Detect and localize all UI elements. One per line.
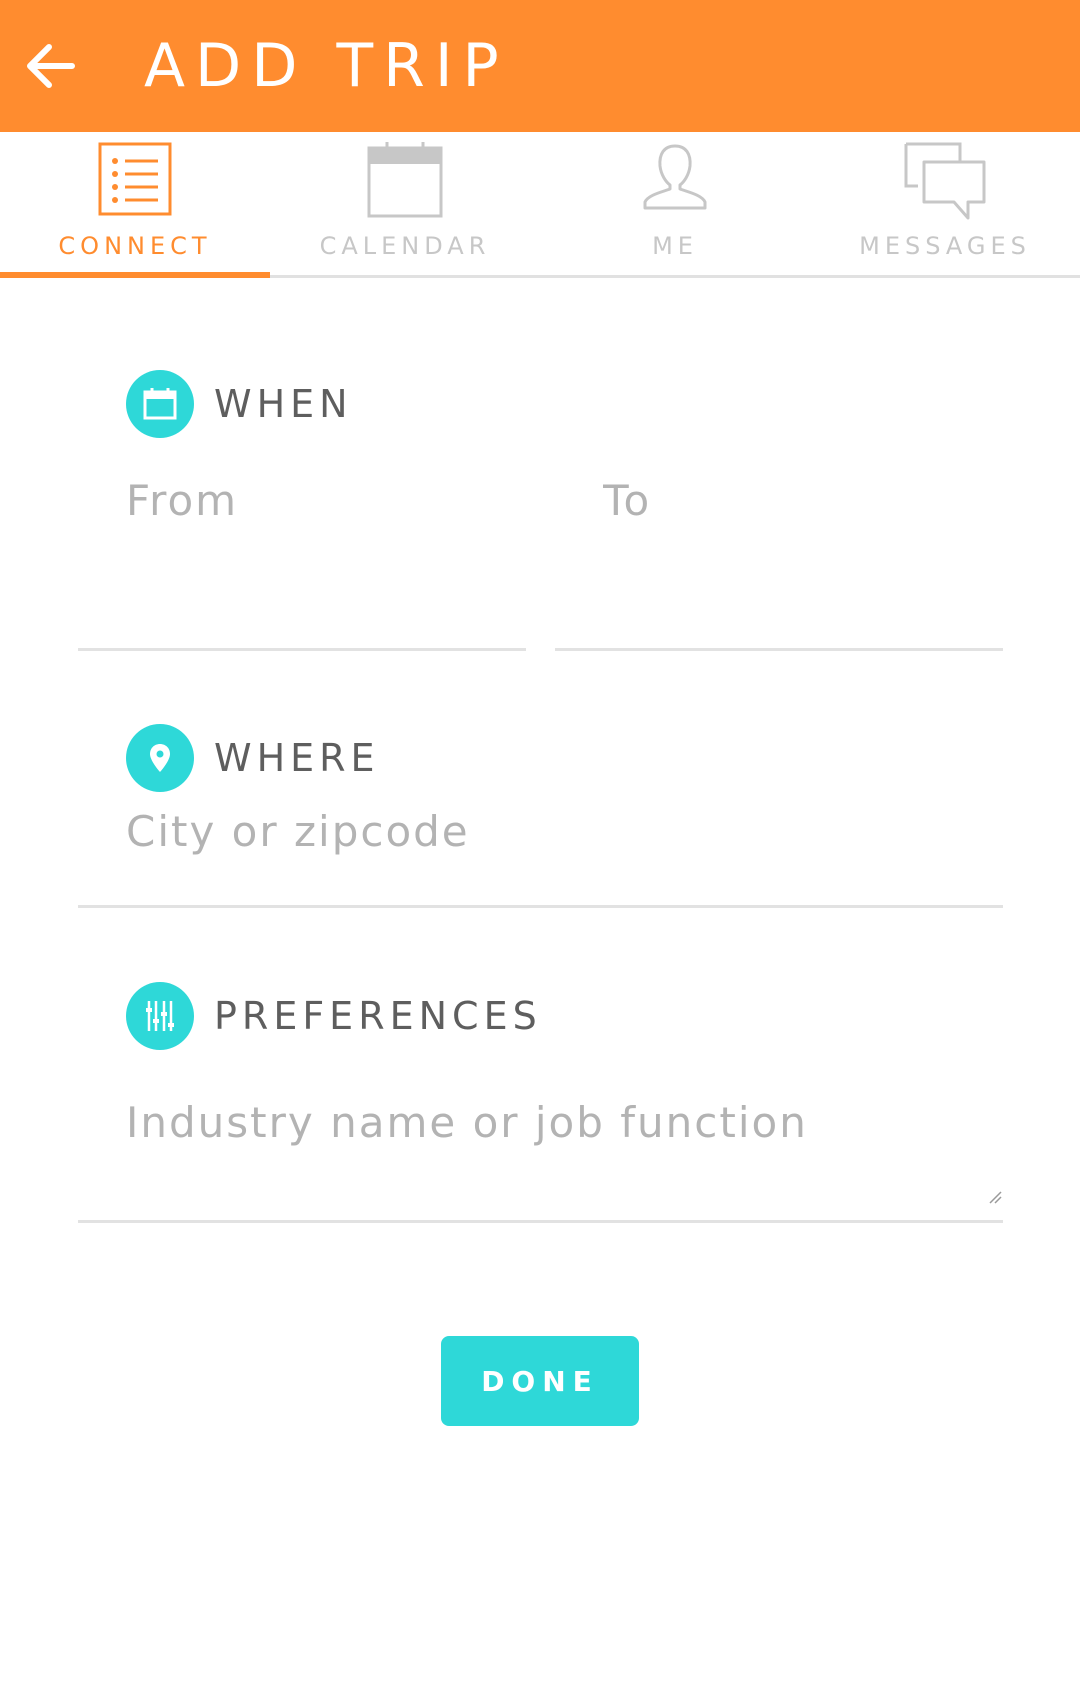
calendar-icon [126, 370, 194, 438]
where-title: WHERE [214, 736, 380, 780]
when-title: WHEN [214, 382, 353, 426]
tab-connect-label: CONNECT [58, 232, 212, 260]
resize-handle-icon[interactable] [988, 1190, 1002, 1204]
tab-connect[interactable]: CONNECT [0, 132, 270, 278]
back-button[interactable] [18, 30, 82, 102]
location-pin-icon [126, 724, 194, 792]
person-icon [643, 144, 707, 210]
chat-bubbles-icon [904, 142, 986, 220]
calendar-icon [367, 142, 443, 218]
location-input[interactable] [126, 800, 996, 862]
page-title: ADD TRIP [144, 31, 509, 101]
sliders-icon [126, 982, 194, 1050]
app-bar: ADD TRIP [0, 0, 1080, 132]
done-button[interactable]: DONE [441, 1336, 639, 1426]
tab-me[interactable]: ME [540, 132, 810, 278]
preferences-title: PREFERENCES [214, 994, 542, 1038]
to-underline [555, 648, 1003, 651]
tab-calendar-label: CALENDAR [319, 232, 491, 260]
tab-bar: CONNECT CALENDAR ME MESSAGES [0, 132, 1080, 278]
tab-messages[interactable]: MESSAGES [810, 132, 1080, 278]
tab-calendar[interactable]: CALENDAR [270, 132, 540, 278]
when-section-header: WHEN [126, 370, 353, 438]
preferences-input[interactable] [126, 1090, 996, 1154]
from-underline [78, 648, 526, 651]
where-section-header: WHERE [126, 724, 380, 792]
list-icon [98, 142, 172, 216]
active-tab-indicator [0, 272, 270, 278]
arrow-left-icon [27, 44, 75, 88]
preferences-underline [78, 1220, 1003, 1223]
tab-messages-label: MESSAGES [859, 232, 1031, 260]
to-date-input[interactable] [603, 470, 1003, 530]
from-date-input[interactable] [126, 470, 526, 530]
location-underline [78, 905, 1003, 908]
preferences-section-header: PREFERENCES [126, 982, 542, 1050]
tab-me-label: ME [652, 232, 698, 260]
